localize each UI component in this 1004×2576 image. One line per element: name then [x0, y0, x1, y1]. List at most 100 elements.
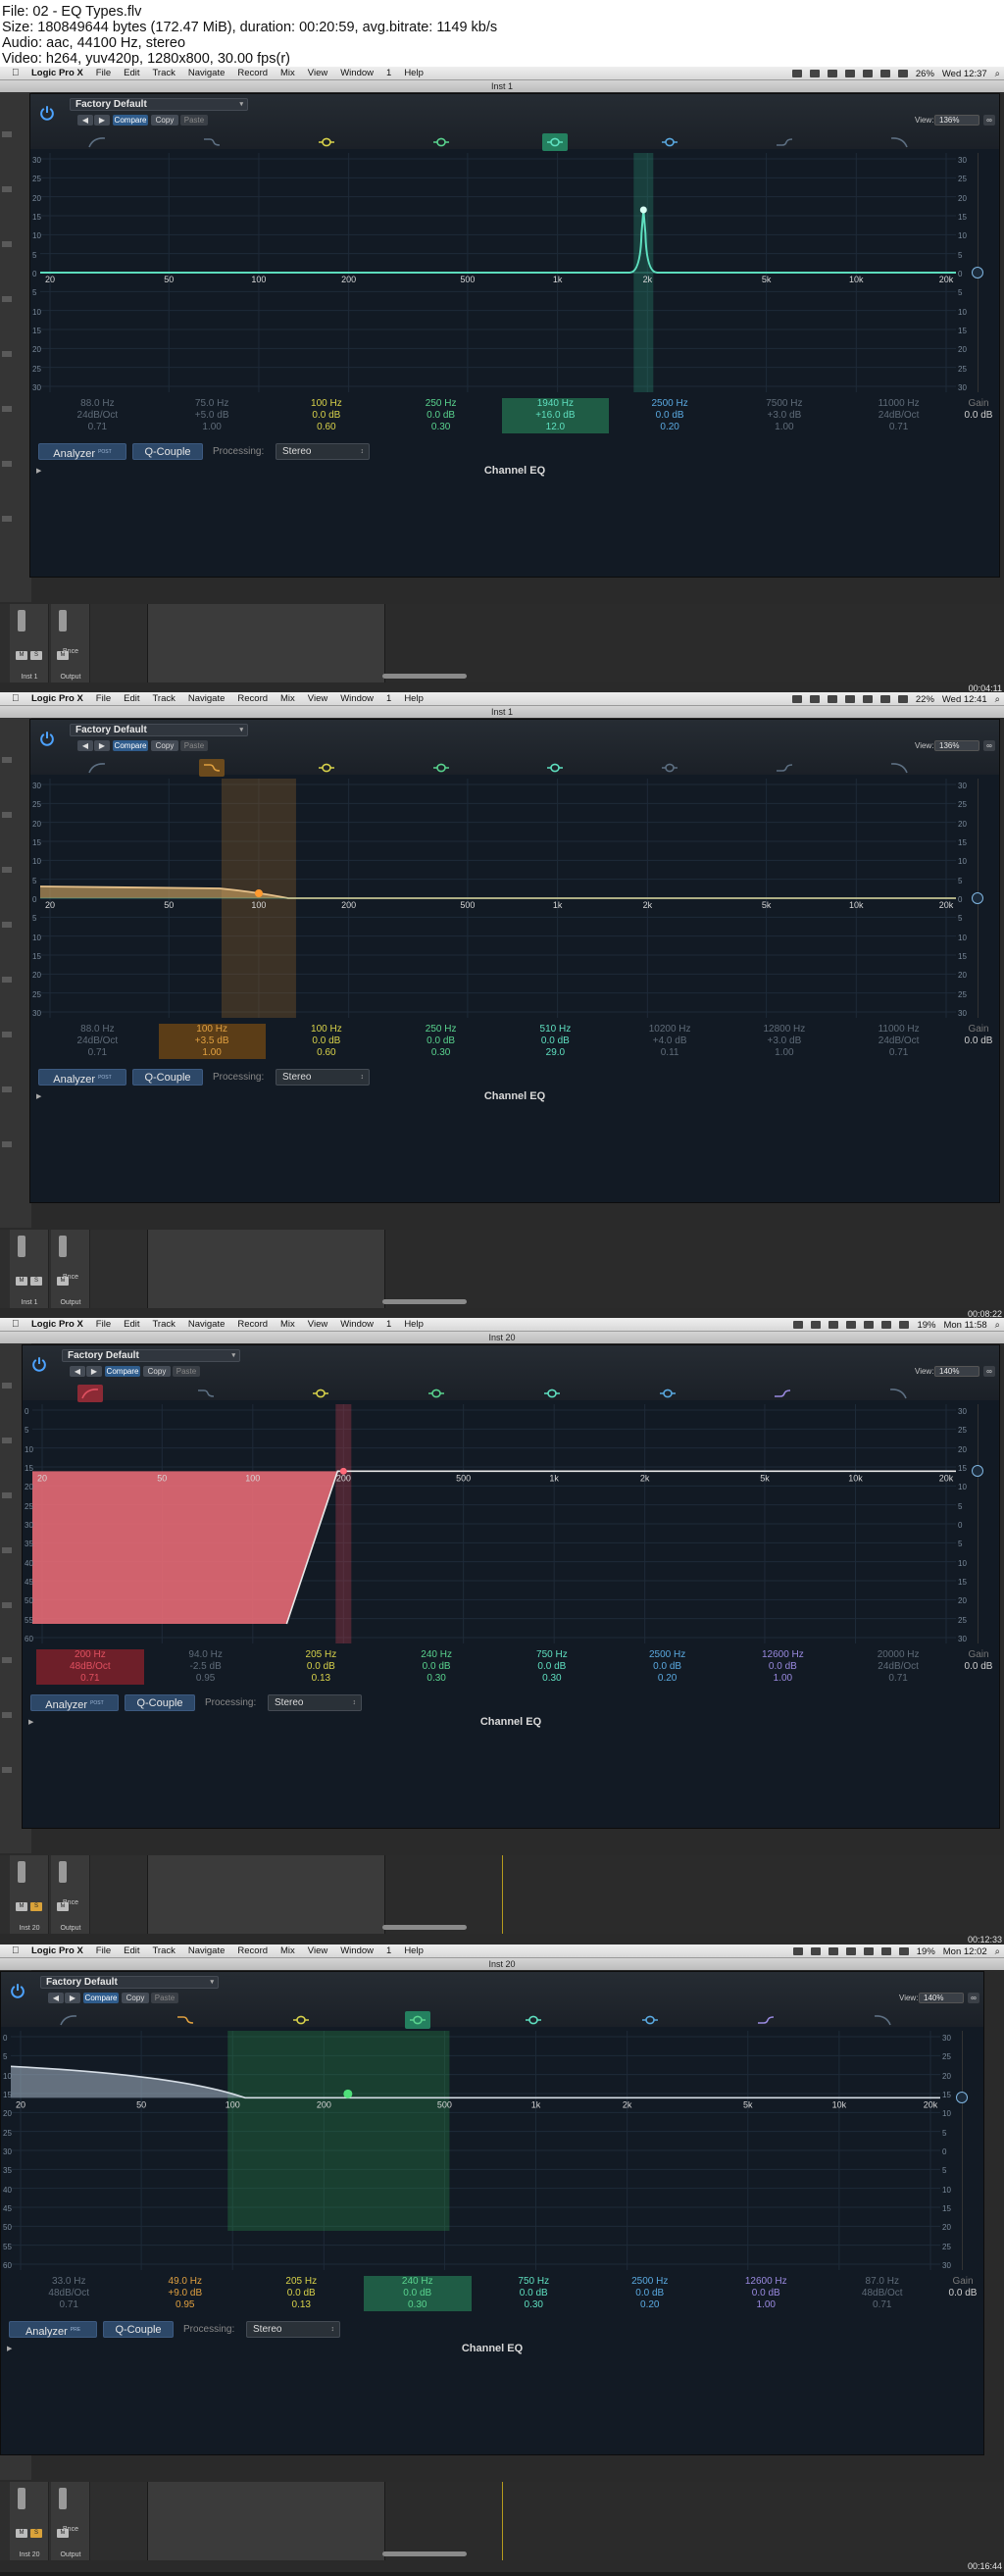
volume-fader[interactable]: [59, 610, 67, 631]
horizontal-scrollbar[interactable]: [382, 674, 467, 679]
band-frequency[interactable]: 2500 Hz: [617, 398, 724, 410]
band-gain[interactable]: 0.0 dB: [268, 1661, 376, 1673]
menu-item-0[interactable]: File: [96, 68, 111, 78]
menu-item-0[interactable]: File: [96, 1945, 111, 1956]
wifi-icon[interactable]: [880, 1947, 891, 1955]
mute-button[interactable]: M: [16, 1902, 27, 1911]
band-frequency[interactable]: 750 Hz: [479, 2276, 588, 2288]
band-q[interactable]: 1.00: [159, 1047, 266, 1059]
processing-select[interactable]: Stereo ↕: [276, 443, 370, 460]
analyzer-button[interactable]: Analyzer PRE: [9, 2321, 97, 2338]
band-frequency[interactable]: 12600 Hz: [729, 1649, 837, 1661]
eq-graph[interactable]: 20 50 100 200 500 1k 2k 5k 10k 20k: [11, 2031, 940, 2270]
band-3-toggle-icon[interactable]: [314, 759, 339, 777]
band-2-toggle-icon[interactable]: [193, 1385, 219, 1402]
search-icon[interactable]: ⌕: [995, 1320, 1000, 1331]
band-gain[interactable]: 0.0 dB: [382, 1661, 490, 1673]
menu-item-9[interactable]: Help: [404, 1945, 424, 1956]
band-gain[interactable]: 0.0 dB: [387, 410, 494, 422]
gain-slider-track[interactable]: [962, 2031, 972, 2270]
band-7-toggle-icon[interactable]: [753, 2011, 778, 2029]
next-preset-button[interactable]: ▶: [94, 740, 110, 751]
channel-strip[interactable]: M S Inst 20: [10, 2482, 49, 2560]
menu-item-9[interactable]: Help: [404, 1319, 424, 1330]
band-q[interactable]: 1.00: [159, 422, 266, 433]
bird-icon[interactable]: [827, 70, 837, 77]
band-frequency[interactable]: 240 Hz: [364, 2276, 473, 2288]
band-7-toggle-icon[interactable]: [770, 1385, 795, 1402]
band-frequency[interactable]: 7500 Hz: [731, 398, 838, 410]
preset-menu[interactable]: Factory Default ▾: [62, 1349, 240, 1362]
cloud-icon[interactable]: [809, 695, 820, 703]
band-q[interactable]: 0.95: [152, 1673, 260, 1685]
band-gain[interactable]: 0.0 dB: [596, 2288, 705, 2299]
band-gain[interactable]: 0.0 dB: [274, 1035, 380, 1047]
band-q[interactable]: 0.71: [44, 1047, 151, 1059]
menu-item-9[interactable]: Help: [404, 693, 424, 704]
band-4-toggle-icon[interactable]: [404, 2011, 430, 2029]
band-frequency[interactable]: 12800 Hz: [731, 1024, 838, 1035]
volume-fader[interactable]: [18, 1861, 25, 1883]
preset-menu[interactable]: Factory Default ▾: [40, 1976, 219, 1989]
band-5-params[interactable]: 1940 Hz +16.0 dB 12.0: [502, 398, 609, 433]
inspector-control[interactable]: [2, 977, 12, 983]
zoom-select[interactable]: 140%: [919, 1993, 964, 2003]
band-2-toggle-icon[interactable]: [173, 2011, 198, 2029]
band-frequency[interactable]: 510 Hz: [502, 1024, 609, 1035]
band-7-params[interactable]: 7500 Hz +3.0 dB 1.00: [731, 398, 838, 433]
inspector-control[interactable]: [2, 922, 12, 928]
band-6-params[interactable]: 2500 Hz 0.0 dB 0.20: [617, 398, 724, 433]
link-icon[interactable]: ∞: [983, 1366, 995, 1377]
wifi-icon[interactable]: [879, 70, 890, 77]
menu-item-7[interactable]: Window: [340, 1319, 374, 1330]
band-frequency[interactable]: 100 Hz: [159, 1024, 266, 1035]
volume-fader[interactable]: [18, 2488, 25, 2509]
inspector-control[interactable]: [2, 1767, 12, 1773]
volume-fader[interactable]: [59, 1236, 67, 1257]
menu-item-5[interactable]: Mix: [280, 68, 295, 78]
channel-strip[interactable]: M S Inst 20: [10, 1855, 49, 1934]
apple-icon[interactable]: : [12, 68, 24, 78]
link-icon[interactable]: ∞: [983, 115, 995, 126]
clock[interactable]: Wed 12:41: [942, 694, 987, 705]
inspector-control[interactable]: [2, 867, 12, 873]
band-8-toggle-icon[interactable]: [886, 759, 912, 777]
menu-item-2[interactable]: Track: [152, 1319, 175, 1330]
copy-button[interactable]: Copy: [151, 115, 178, 126]
band-q[interactable]: 0.20: [617, 422, 724, 433]
band-gain[interactable]: 0.0 dB: [614, 1661, 722, 1673]
playhead[interactable]: [502, 2482, 503, 2560]
paste-button[interactable]: Paste: [180, 115, 208, 126]
menu-item-0[interactable]: File: [96, 693, 111, 704]
next-preset-button[interactable]: ▶: [86, 1366, 102, 1377]
mute-button[interactable]: M: [16, 1277, 27, 1286]
inspector-control[interactable]: [2, 186, 12, 192]
band-1-toggle-icon[interactable]: [76, 1385, 103, 1402]
band-q[interactable]: 0.30: [498, 1673, 606, 1685]
menu-item-1[interactable]: Edit: [124, 68, 139, 78]
menu-item-7[interactable]: Window: [340, 1945, 374, 1956]
band-7-params[interactable]: 12600 Hz 0.0 dB 1.00: [712, 2276, 821, 2311]
monitor-icon[interactable]: [793, 1321, 804, 1329]
band-q[interactable]: 0.71: [15, 2299, 124, 2311]
band-q[interactable]: 0.71: [44, 422, 151, 433]
menu-item-7[interactable]: Window: [340, 68, 374, 78]
copy-button[interactable]: Copy: [151, 740, 178, 751]
copy-button[interactable]: Copy: [143, 1366, 171, 1377]
band-q[interactable]: 1.00: [731, 1047, 838, 1059]
monitor-icon[interactable]: [791, 70, 802, 77]
menu-item-6[interactable]: View: [308, 68, 327, 78]
channel-strip[interactable]: M S Inst 1: [10, 604, 49, 682]
band-5-toggle-icon[interactable]: [542, 759, 568, 777]
band-2-toggle-icon[interactable]: [199, 133, 225, 151]
band-8-params[interactable]: 11000 Hz 24dB/Oct 0.71: [845, 398, 952, 433]
wifi-icon[interactable]: [881, 1321, 892, 1329]
wifi-icon[interactable]: [879, 695, 890, 703]
band-6-params[interactable]: 2500 Hz 0.0 dB 0.20: [614, 1649, 722, 1685]
bird-icon[interactable]: [828, 1947, 838, 1955]
inspector-control[interactable]: [2, 1602, 12, 1608]
band-q[interactable]: 0.95: [131, 2299, 240, 2311]
compare-button[interactable]: Compare: [83, 1993, 119, 2003]
eq-curve-display[interactable]: 20 50 100 200 500 1k 2k 5k 10k 20k: [40, 153, 956, 392]
power-button[interactable]: [36, 102, 58, 124]
